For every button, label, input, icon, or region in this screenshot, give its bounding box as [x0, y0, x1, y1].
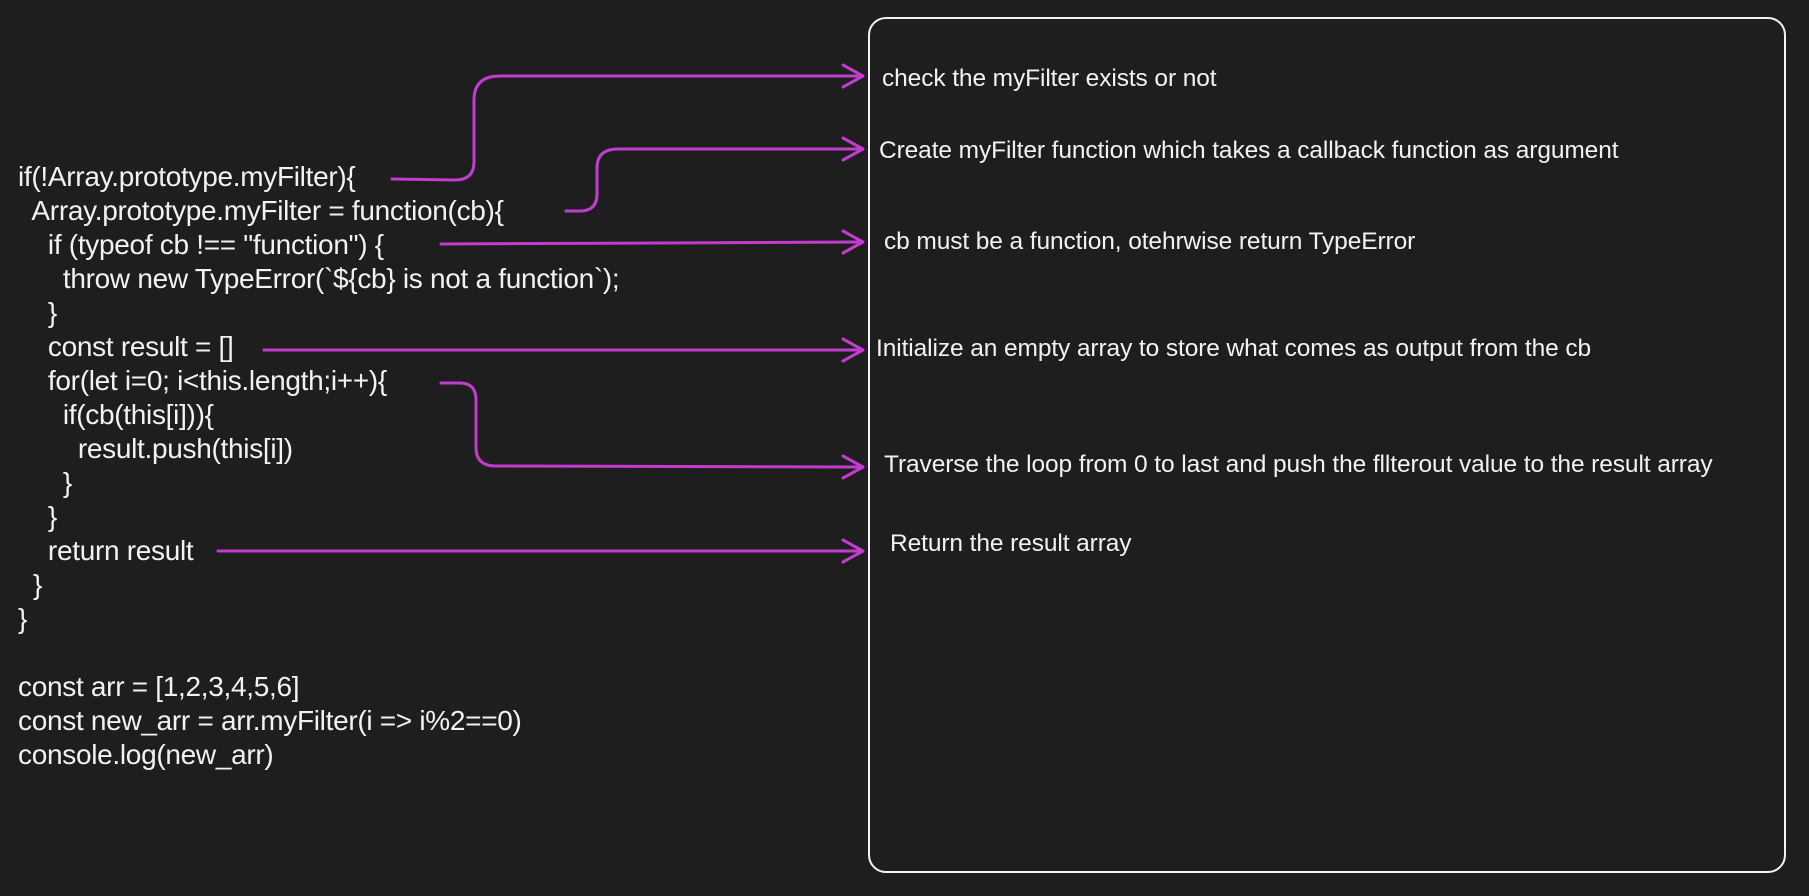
- code-line-14: }: [18, 603, 28, 634]
- code-line-3: if (typeof cb !== "function") {: [18, 229, 384, 260]
- note-type-check: cb must be a function, otehrwise return …: [884, 228, 1416, 255]
- arrowhead-traverse-loop: [841, 454, 865, 480]
- note-init-result: Initialize an empty array to store what …: [876, 335, 1592, 362]
- code-line-8: if(cb(this[i])){: [18, 399, 214, 430]
- code-line-16: const arr = [1,2,3,4,5,6]: [18, 671, 300, 702]
- arrowhead-type-check: [841, 229, 865, 255]
- note-check-exists: check the myFilter exists or not: [882, 65, 1217, 92]
- code-line-1: if(!Array.prototype.myFilter){: [18, 161, 356, 192]
- arrow-traverse-loop: [439, 381, 863, 469]
- arrow-check-exists: [390, 74, 863, 182]
- arrowhead-return-result: [841, 538, 865, 564]
- code-line-6: const result = []: [18, 331, 234, 362]
- code-line-7: for(let i=0; i<this.length;i++){: [18, 365, 387, 396]
- code-line-17: const new_arr = arr.myFilter(i => i%2==0…: [18, 705, 522, 736]
- arrow-create-function: [564, 147, 863, 213]
- code-line-4: throw new TypeError(`${cb} is not a func…: [18, 263, 620, 294]
- code-line-12: return result: [18, 535, 194, 566]
- code-line-5: }: [18, 297, 57, 328]
- arrow-type-check: [439, 240, 863, 246]
- code-line-10: }: [18, 467, 72, 498]
- code-line-11: }: [18, 501, 57, 532]
- arrowhead-init-result: [841, 337, 865, 363]
- note-create-function: Create myFilter function which takes a c…: [879, 137, 1619, 164]
- arrowhead-create-function: [841, 136, 865, 162]
- note-traverse-loop: Traverse the loop from 0 to last and pus…: [884, 451, 1713, 478]
- code-line-18: console.log(new_arr): [18, 739, 274, 770]
- code-line-9: result.push(this[i]): [18, 433, 293, 464]
- code-line-2: Array.prototype.myFilter = function(cb){: [18, 195, 504, 226]
- note-return-result: Return the result array: [890, 530, 1132, 557]
- code-line-13: }: [18, 569, 43, 600]
- diagram-canvas: if(!Array.prototype.myFilter){ Array.pro…: [0, 0, 1809, 896]
- arrowhead-check-exists: [841, 63, 865, 89]
